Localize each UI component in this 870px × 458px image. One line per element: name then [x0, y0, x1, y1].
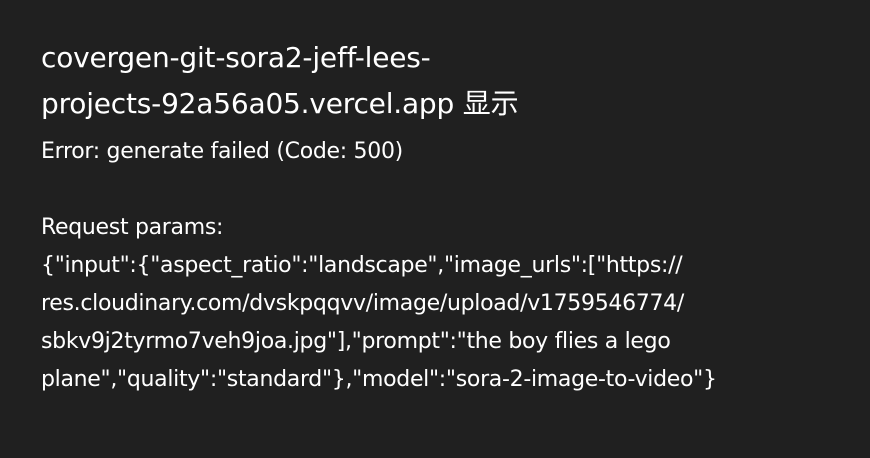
request-params-line: sbkv9j2tyrmo7veh9joa.jpg"],"prompt":"the…: [41, 329, 671, 354]
dialog-title-line-1: covergen-git-sora2-jeff-lees-: [41, 41, 431, 74]
dialog-message: Error: generate failed (Code: 500) Reque…: [41, 133, 830, 399]
request-params-line: plane","quality":"standard"},"model":"so…: [41, 367, 717, 392]
request-params-label: Request params:: [41, 215, 224, 240]
request-params-line: {"input":{"aspect_ratio":"landscape","im…: [41, 253, 683, 278]
alert-dialog: covergen-git-sora2-jeff-lees- projects-9…: [0, 0, 870, 458]
dialog-title: covergen-git-sora2-jeff-lees- projects-9…: [41, 35, 830, 127]
request-params-line: res.cloudinary.com/dvskpqqvv/image/uploa…: [41, 291, 684, 316]
dialog-title-line-2: projects-92a56a05.vercel.app 显示: [41, 87, 519, 120]
error-message: Error: generate failed (Code: 500): [41, 139, 403, 164]
